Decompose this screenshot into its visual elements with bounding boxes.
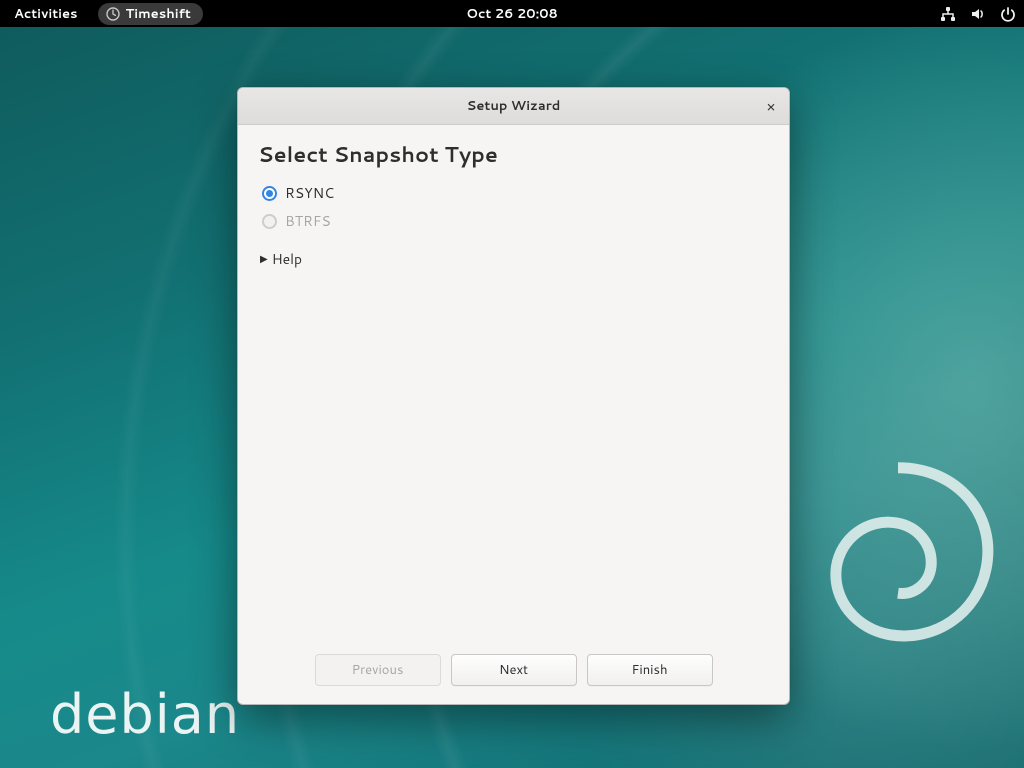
status-area: [940, 6, 1016, 22]
distro-wordmark: debian: [50, 683, 240, 746]
app-menu-label: Timeshift: [126, 5, 191, 23]
top-bar: Activities Timeshift Oct 26 20:08: [0, 0, 1024, 27]
radio-label: BTRFS: [285, 211, 331, 231]
app-menu-button[interactable]: Timeshift: [98, 3, 203, 25]
help-expander[interactable]: ▶ Help: [260, 249, 302, 269]
expander-label: Help: [272, 249, 302, 269]
triangle-right-icon: ▶: [260, 254, 268, 264]
close-icon: ×: [766, 96, 776, 117]
titlebar[interactable]: Setup Wizard ×: [238, 88, 789, 125]
radio-label: RSYNC: [285, 183, 334, 203]
clock-icon: [106, 7, 120, 21]
radio-selected-icon: [262, 186, 277, 201]
close-button[interactable]: ×: [759, 94, 783, 118]
finish-button[interactable]: Finish: [587, 654, 713, 686]
window-title: Setup Wizard: [467, 97, 561, 115]
previous-button: Previous: [315, 654, 441, 686]
wizard-content: Select Snapshot Type RSYNC BTRFS ▶ Help: [238, 125, 789, 644]
page-heading: Select Snapshot Type: [258, 139, 769, 169]
desktop-background: debian Activities Timeshift Oct 26 20:08: [0, 0, 1024, 768]
snapshot-type-rsync[interactable]: RSYNC: [262, 183, 769, 203]
volume-icon[interactable]: [970, 6, 986, 22]
activities-button[interactable]: Activities: [8, 5, 84, 23]
next-button[interactable]: Next: [451, 654, 577, 686]
setup-wizard-window: Setup Wizard × Select Snapshot Type RSYN…: [237, 87, 790, 705]
action-bar: Previous Next Finish: [238, 644, 789, 704]
radio-unselected-icon: [262, 214, 277, 229]
debian-swirl-icon: [788, 448, 1008, 668]
power-icon[interactable]: [1000, 6, 1016, 22]
network-wired-icon[interactable]: [940, 6, 956, 22]
clock-label[interactable]: Oct 26 20:08: [466, 5, 558, 23]
snapshot-type-btrfs: BTRFS: [262, 211, 769, 231]
